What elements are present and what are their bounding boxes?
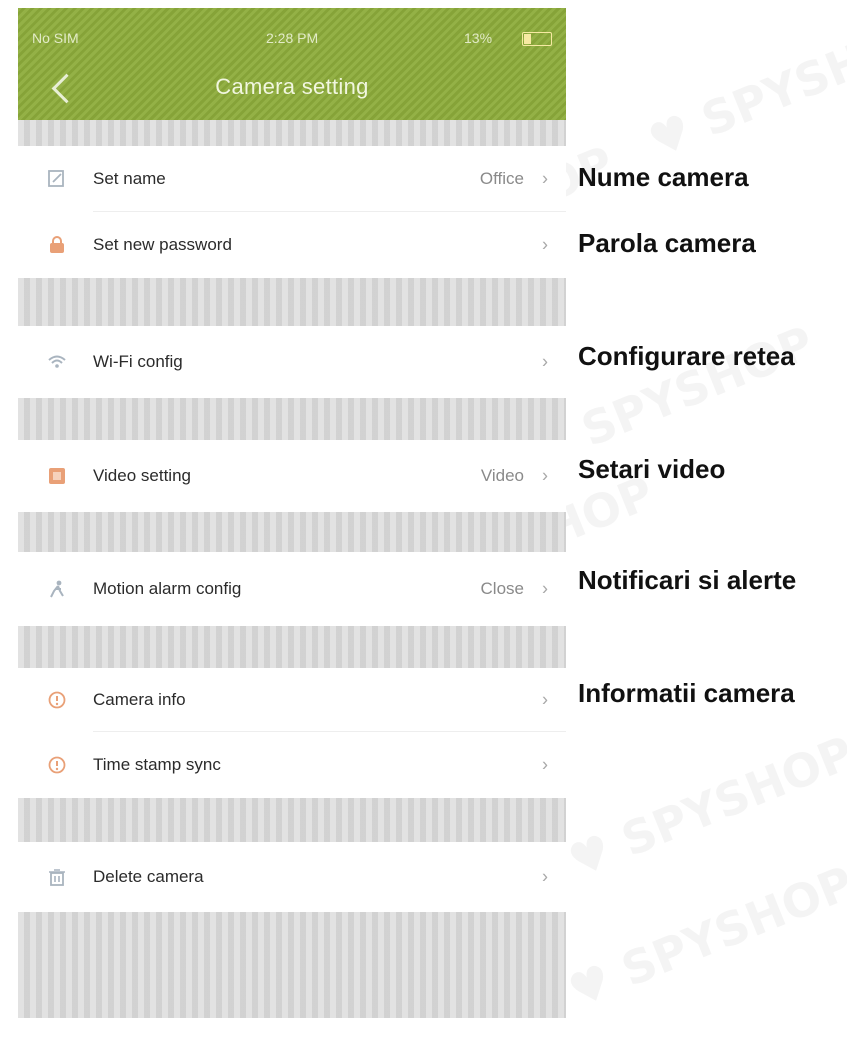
setting-value: Video [480,466,524,485]
annotation-notifications-alerts: Notificari si alerte [578,565,797,595]
watermark-logo: ♥ SPYSHOP [560,855,847,1019]
setting-row-time-stamp-sync[interactable]: Time stamp sync › [18,732,566,798]
annotation-camera-name: Nume camera [578,162,749,192]
chevron-right-icon: › [542,578,548,599]
setting-row-set-new-password[interactable]: Set new password › [18,212,566,278]
annotation-network-config: Configurare retea [578,341,795,371]
chevron-right-icon: › [542,754,548,775]
annotation-camera-info: Informatii camera [578,678,795,708]
motion-icon [50,580,64,598]
watermark-logo: ♥ SPYSHOP [640,5,847,169]
setting-label: Motion alarm config [93,579,242,598]
wifi-icon [48,355,66,368]
setting-value: Close [480,579,524,598]
info-icon [48,691,66,709]
setting-row-delete-camera[interactable]: Delete camera › [18,842,566,912]
battery-icon [522,32,552,46]
setting-row-wifi-config[interactable]: Wi-Fi config › [18,326,566,398]
setting-value: Office [479,169,524,188]
setting-label: Set name [93,169,166,188]
edit-icon [48,170,64,187]
chevron-right-icon: › [542,234,548,255]
status-time: 2:28 PM [266,30,319,46]
video-icon [49,468,65,484]
clock-icon [48,756,66,774]
setting-label: Video setting [93,466,191,485]
lock-icon [50,236,64,253]
annotation-camera-password: Parola camera [578,228,756,258]
chevron-right-icon: › [542,465,548,486]
setting-row-motion-alarm-config[interactable]: Motion alarm config Close › [18,552,566,626]
watermark-logo: ♥ SPYSHOP [560,725,847,889]
trash-icon [49,869,65,886]
chevron-right-icon: › [542,168,548,189]
setting-row-set-name[interactable]: Set name Office › [18,146,566,212]
setting-row-camera-info[interactable]: Camera info › [18,668,566,732]
setting-label: Set new password [93,235,232,254]
app-header: No SIM 2:28 PM 13% Camera setting [18,8,566,120]
setting-row-video-setting[interactable]: Video setting Video › [18,440,566,512]
carrier-label: No SIM [32,30,79,46]
page-title: Camera setting [215,74,369,99]
chevron-right-icon: › [542,689,548,710]
phone-screen: No SIM 2:28 PM 13% Camera setting Set na… [18,8,566,1018]
setting-label: Time stamp sync [93,755,221,774]
chevron-right-icon: › [542,866,548,887]
setting-label: Camera info [93,690,186,709]
battery-percent: 13% [464,30,493,46]
setting-label: Wi-Fi config [93,352,183,371]
annotation-video-settings: Setari video [578,454,726,484]
chevron-right-icon: › [542,351,548,372]
setting-label: Delete camera [93,867,204,886]
